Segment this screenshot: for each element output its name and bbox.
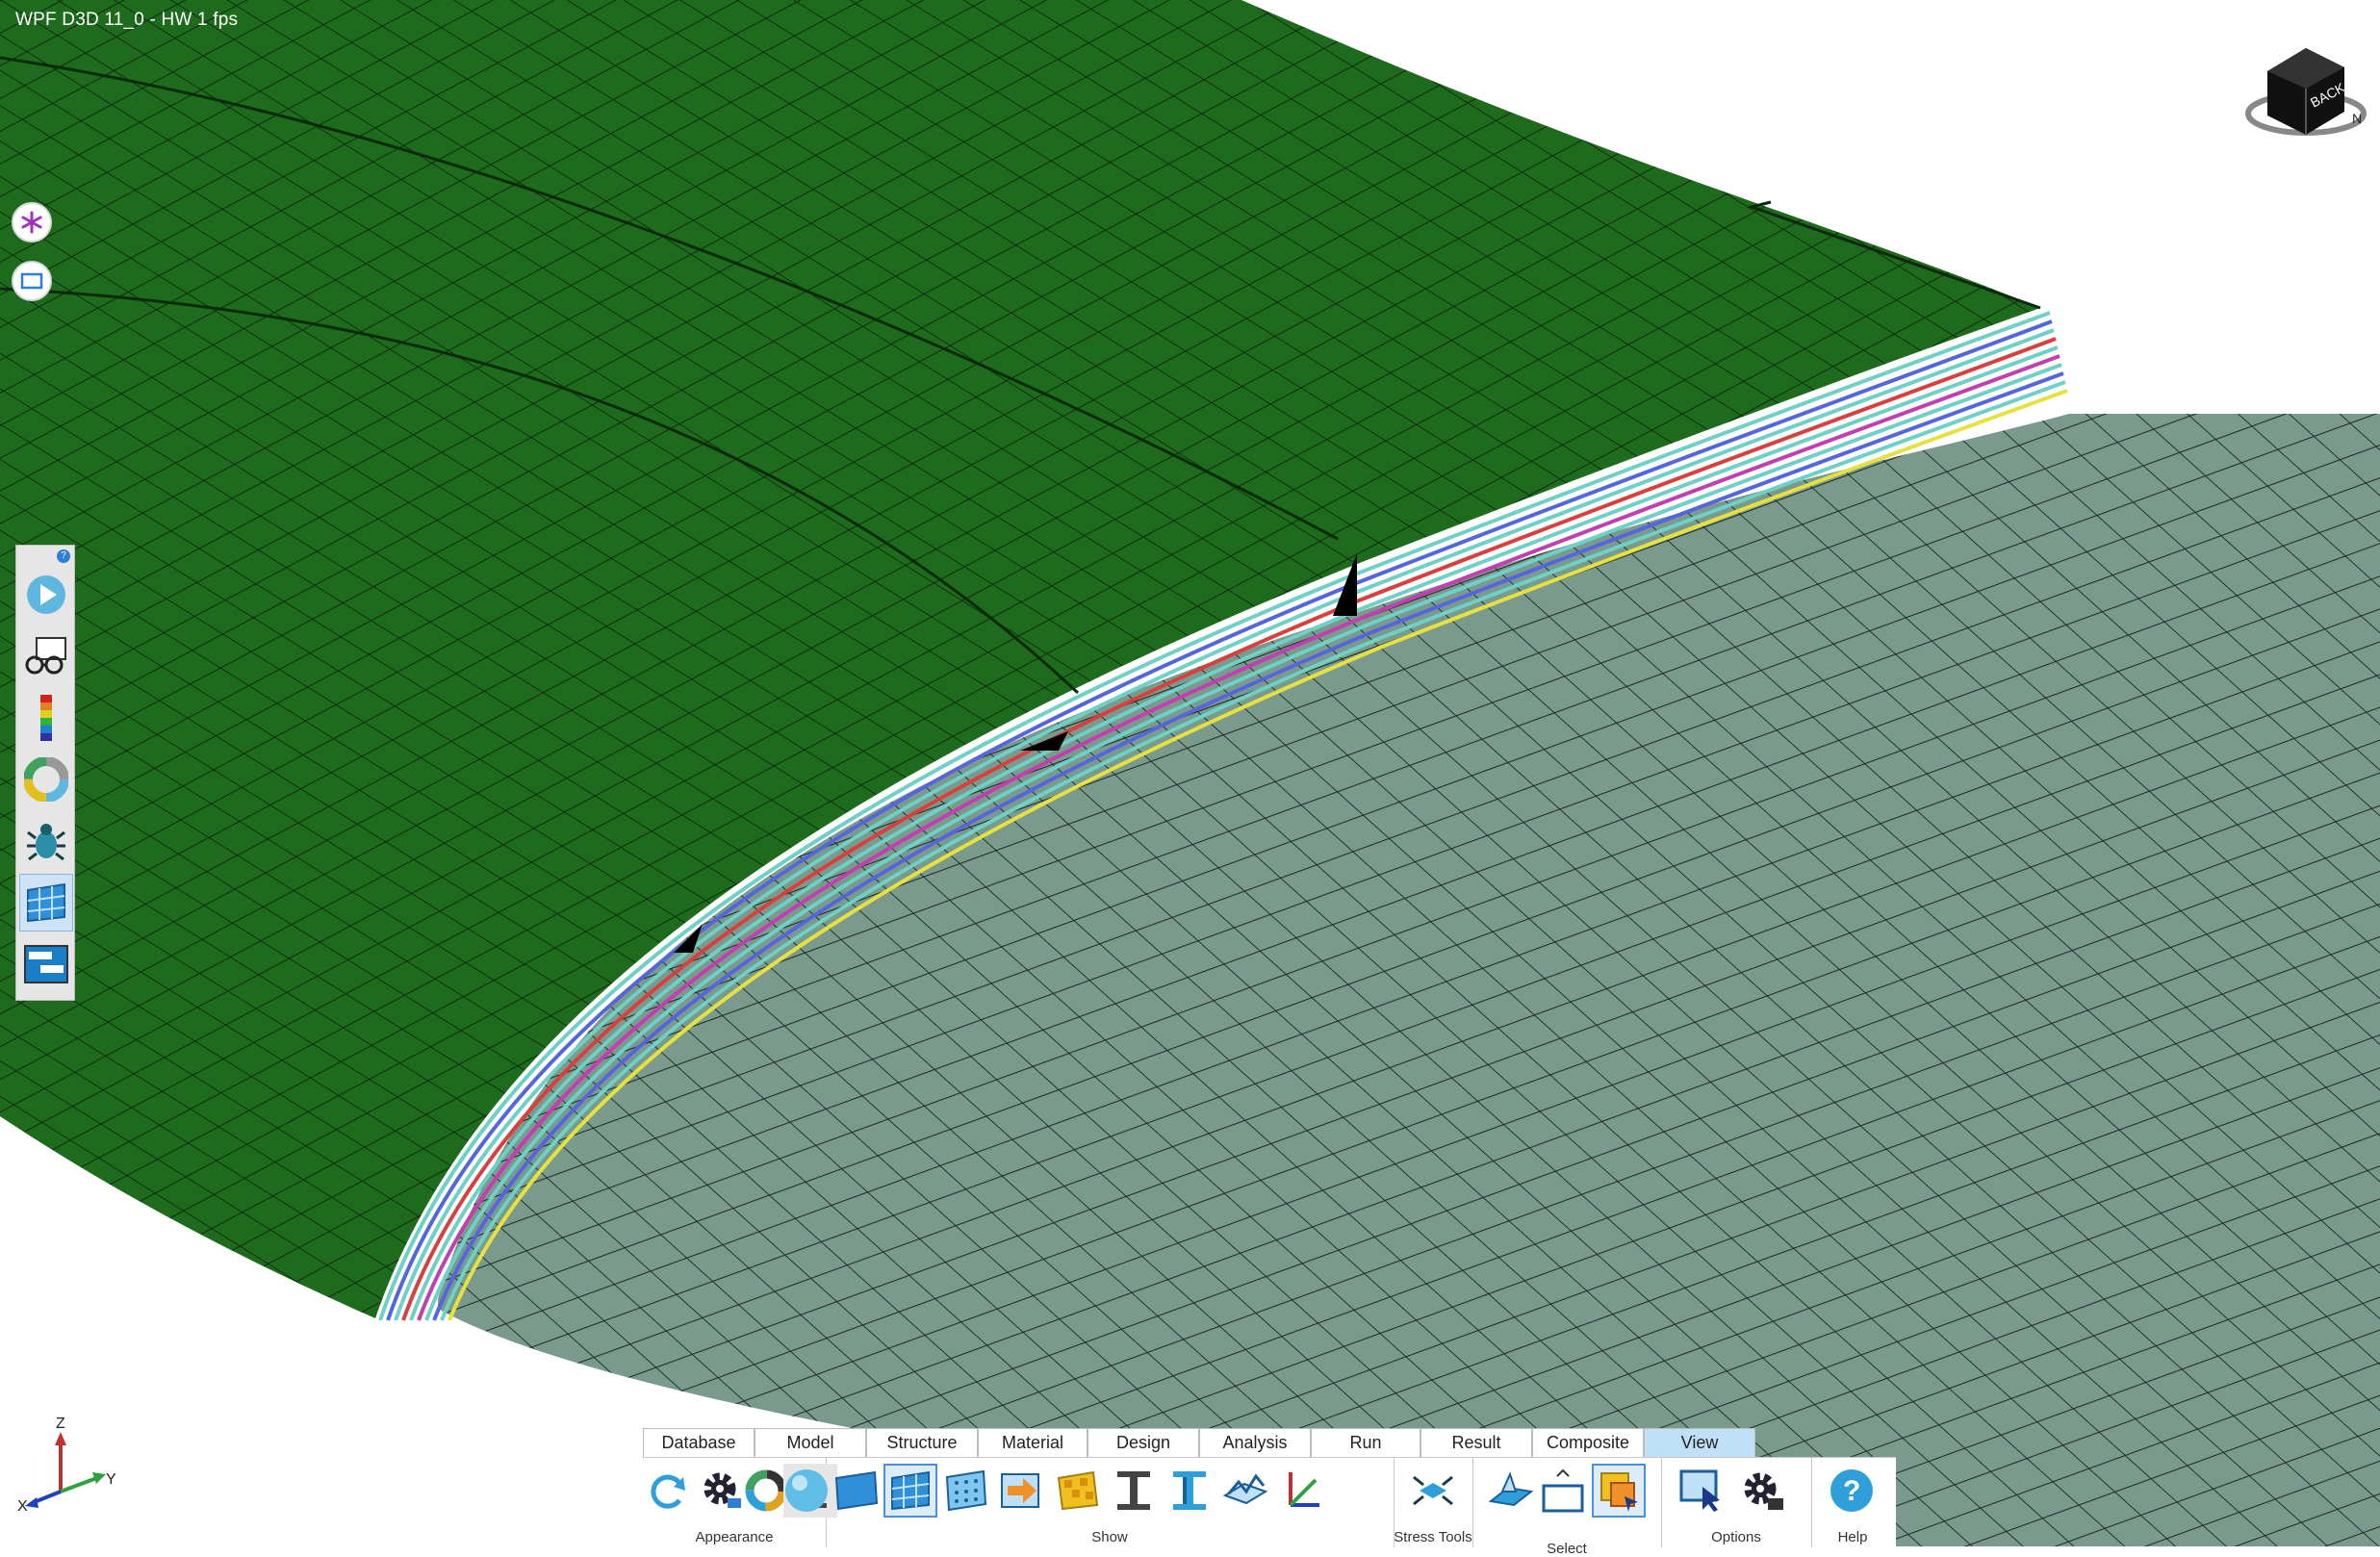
bug-button[interactable] bbox=[20, 813, 72, 869]
group-stress-tools-label: Stress Tools bbox=[1394, 1529, 1472, 1545]
surface-icon bbox=[834, 1470, 879, 1511]
help-button[interactable]: ? bbox=[1825, 1464, 1879, 1518]
show-beam-button[interactable] bbox=[1107, 1464, 1161, 1518]
group-help: ? Help bbox=[1811, 1458, 1894, 1547]
show-mesh-button[interactable] bbox=[883, 1464, 937, 1518]
select-plane-icon bbox=[1488, 1471, 1534, 1507]
tab-material[interactable]: Material bbox=[978, 1428, 1088, 1457]
select-object-icon bbox=[1600, 1472, 1638, 1512]
sphere-icon bbox=[785, 1469, 828, 1512]
ribbon-tools: Appearance Show Stress Tools Select Opti… bbox=[641, 1457, 1896, 1557]
axis-triad: Z Y X bbox=[17, 1416, 116, 1511]
show-coordinate-button[interactable] bbox=[1274, 1464, 1328, 1518]
checker-icon bbox=[1057, 1470, 1099, 1511]
show-load-button[interactable] bbox=[995, 1464, 1049, 1518]
tab-database[interactable]: Database bbox=[643, 1428, 755, 1457]
side-toolbar: ? bbox=[15, 545, 75, 1001]
section-plane-icon bbox=[1222, 1473, 1268, 1505]
tab-run[interactable]: Run bbox=[1311, 1428, 1420, 1457]
settings-gear-icon bbox=[1744, 1472, 1783, 1510]
gear-icon bbox=[704, 1472, 741, 1508]
axis-y-label: Y bbox=[106, 1471, 116, 1488]
window-title: WPF D3D 11_0 - HW 1 fps bbox=[15, 10, 239, 30]
tab-analysis[interactable]: Analysis bbox=[1199, 1428, 1311, 1457]
select-box-icon bbox=[1542, 1468, 1584, 1513]
color-legend-icon bbox=[40, 695, 52, 741]
model-viewport[interactable] bbox=[0, 0, 2380, 1546]
frame-icon bbox=[20, 272, 43, 290]
color-wheel-button[interactable] bbox=[20, 752, 72, 807]
arrow-right-icon bbox=[1001, 1473, 1039, 1508]
mesh-grid-button[interactable] bbox=[19, 874, 73, 932]
refresh-button[interactable] bbox=[641, 1464, 695, 1518]
show-stiffener-button[interactable] bbox=[1163, 1464, 1216, 1518]
show-section-button[interactable] bbox=[1218, 1464, 1272, 1518]
stress-tools-button[interactable] bbox=[1406, 1464, 1460, 1518]
i-beam-icon bbox=[1117, 1471, 1150, 1510]
group-select: Select bbox=[1472, 1458, 1662, 1557]
frame-button[interactable] bbox=[12, 261, 52, 301]
mesh-icon bbox=[891, 1470, 930, 1511]
options-window-button[interactable] bbox=[1675, 1464, 1728, 1518]
help-icon: ? bbox=[1830, 1469, 1873, 1512]
tab-design[interactable]: Design bbox=[1088, 1428, 1199, 1457]
i-beam-blue-icon bbox=[1173, 1471, 1206, 1510]
tab-composite[interactable]: Composite bbox=[1532, 1428, 1644, 1457]
tab-result[interactable]: Result bbox=[1420, 1428, 1532, 1457]
axis-z-label: Z bbox=[56, 1416, 65, 1432]
group-show-label: Show bbox=[1091, 1529, 1128, 1545]
select-plane-button[interactable] bbox=[1484, 1464, 1538, 1518]
mesh-grid-icon bbox=[27, 882, 65, 923]
group-help-label: Help bbox=[1837, 1529, 1868, 1545]
show-dots-button[interactable] bbox=[939, 1464, 993, 1518]
play-animation-icon bbox=[27, 575, 65, 614]
explode-icon bbox=[21, 211, 42, 234]
view-cube-compass-label: N bbox=[2352, 111, 2362, 126]
group-show: Show bbox=[826, 1458, 1395, 1547]
bug-icon bbox=[27, 824, 65, 861]
dot-grid-icon bbox=[945, 1469, 987, 1512]
select-object-button[interactable] bbox=[1592, 1464, 1646, 1518]
tab-structure[interactable]: Structure bbox=[866, 1428, 978, 1457]
coordinate-axes-icon bbox=[1289, 1472, 1319, 1507]
options-settings-button[interactable] bbox=[1736, 1464, 1790, 1518]
help-badge[interactable]: ? bbox=[57, 549, 70, 563]
panel-list-icon bbox=[24, 945, 68, 983]
stress-arrows-icon bbox=[1413, 1475, 1453, 1506]
tab-model[interactable]: Model bbox=[755, 1428, 866, 1457]
glasses-view-icon bbox=[25, 637, 66, 675]
group-options-label: Options bbox=[1711, 1529, 1761, 1545]
select-box-button[interactable] bbox=[1536, 1464, 1590, 1518]
refresh-icon bbox=[651, 1474, 685, 1509]
explode-button[interactable] bbox=[12, 202, 52, 242]
color-wheel-icon bbox=[24, 757, 68, 802]
group-options: Options bbox=[1661, 1458, 1812, 1547]
group-appearance-label: Appearance bbox=[695, 1529, 774, 1545]
group-stress-tools: Stress Tools bbox=[1394, 1458, 1473, 1547]
view-cube[interactable]: BACK N bbox=[2239, 35, 2373, 150]
window-pointer-icon bbox=[1679, 1469, 1720, 1512]
show-surface-button[interactable] bbox=[830, 1464, 883, 1518]
color-legend-button[interactable] bbox=[20, 690, 72, 746]
glasses-view-button[interactable] bbox=[20, 628, 72, 684]
ribbon-tabs: Database Model Structure Material Design… bbox=[643, 1428, 1755, 1457]
svg-text:?: ? bbox=[1843, 1475, 1860, 1507]
group-select-label: Select bbox=[1547, 1541, 1587, 1557]
ribbon-toolbar: Database Model Structure Material Design… bbox=[641, 1428, 1896, 1557]
show-checker-button[interactable] bbox=[1051, 1464, 1105, 1518]
panel-list-button[interactable] bbox=[20, 936, 72, 992]
tab-view[interactable]: View bbox=[1644, 1428, 1755, 1457]
play-animation-button[interactable] bbox=[20, 567, 72, 623]
axis-x-label: X bbox=[17, 1498, 28, 1511]
